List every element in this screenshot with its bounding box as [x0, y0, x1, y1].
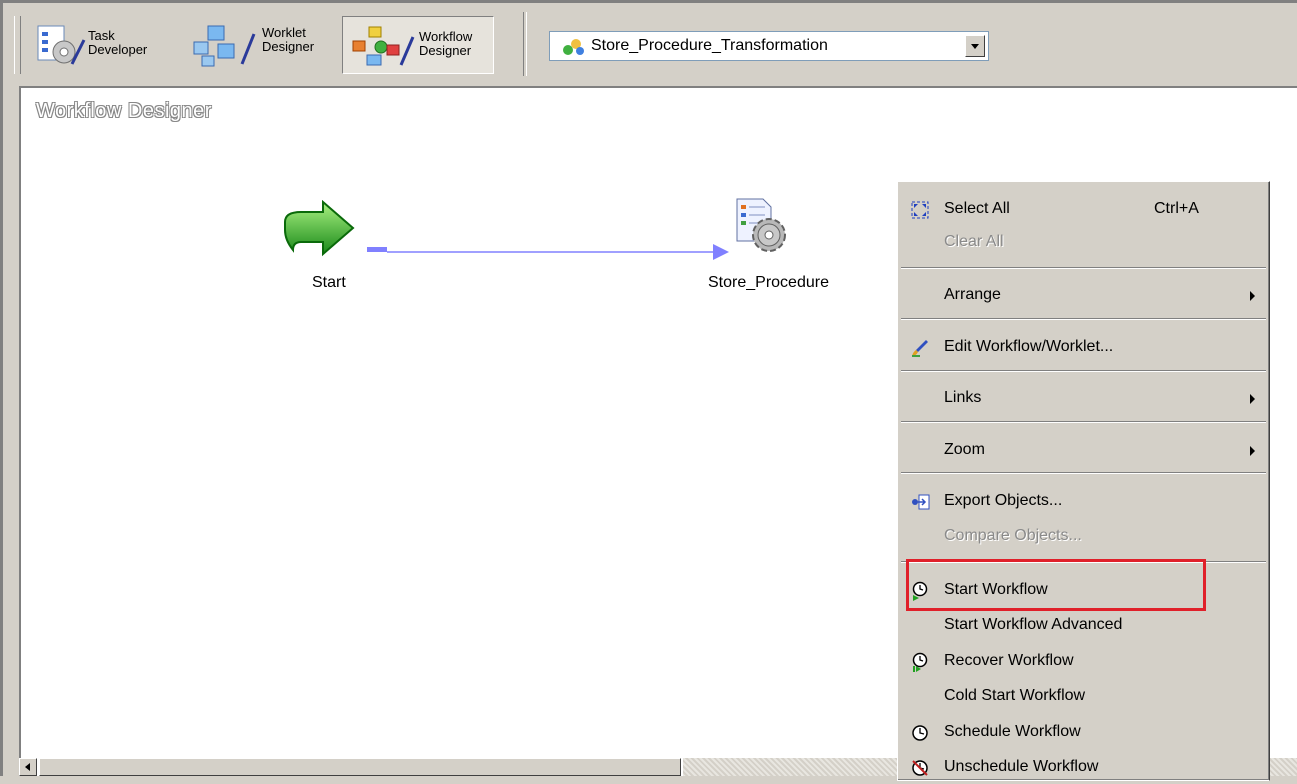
- window-left-border: [0, 0, 3, 776]
- chevron-left-icon: [25, 763, 30, 771]
- worklet-designer-icon: [193, 25, 256, 67]
- chevron-down-icon: [971, 44, 979, 49]
- store-procedure-node-label: Store_Procedure: [708, 274, 829, 291]
- highlight-box: [906, 559, 1206, 611]
- submenu-arrow-icon: [1250, 394, 1255, 404]
- workflow-select-value: Store_Procedure_Transformation: [591, 37, 828, 54]
- clock-recover-icon: [912, 652, 928, 672]
- menu-item-recover-workflow[interactable]: Recover Workflow: [898, 646, 1269, 678]
- menu-separator: [901, 472, 1266, 474]
- context-menu: Select All Ctrl+A Clear All Arrange Edit…: [897, 181, 1270, 781]
- menu-item-label: Start Workflow Advanced: [944, 616, 1123, 633]
- stored-procedure-gear-icon[interactable]: [729, 195, 793, 259]
- task-developer-label: Task Developer: [88, 28, 148, 57]
- menu-item-schedule-workflow[interactable]: Schedule Workflow: [898, 717, 1269, 749]
- clock-schedule-icon: [912, 725, 928, 741]
- workflow-icon: [563, 39, 584, 55]
- toolbar-separator: [523, 12, 527, 76]
- menu-separator: [901, 318, 1266, 320]
- menu-item-clear-all[interactable]: Clear All: [898, 227, 1269, 259]
- menu-item-label: Cold Start Workflow: [944, 687, 1086, 704]
- menu-item-label: Compare Objects...: [944, 527, 1082, 544]
- menu-separator: [901, 421, 1266, 423]
- menu-item-label: Export Objects...: [944, 492, 1063, 509]
- submenu-arrow-icon: [1250, 446, 1255, 456]
- menu-item-select-all[interactable]: Select All Ctrl+A: [898, 194, 1269, 226]
- workflow-designer-button[interactable]: Workflow Designer: [342, 16, 494, 74]
- menu-separator: [901, 267, 1266, 269]
- menu-item-links[interactable]: Links: [898, 383, 1269, 415]
- menu-item-label: Clear All: [944, 233, 1004, 250]
- menu-item-export-objects[interactable]: Export Objects...: [898, 486, 1269, 518]
- start-node-label: Start: [312, 274, 346, 291]
- select-all-icon: [911, 201, 929, 219]
- menu-item-cold-start-workflow[interactable]: Cold Start Workflow: [898, 681, 1269, 713]
- workflow-designer-icon: [352, 26, 415, 66]
- menu-item-label: Edit Workflow/Worklet...: [944, 338, 1114, 355]
- workflow-select[interactable]: Store_Procedure_Transformation: [549, 31, 989, 61]
- menu-item-label: Links: [944, 389, 982, 406]
- worklet-designer-label: Worklet Designer: [262, 25, 315, 54]
- menu-item-label: Recover Workflow: [944, 652, 1074, 669]
- menu-item-shortcut: Ctrl+A: [1154, 200, 1199, 217]
- menu-item-edit-workflow[interactable]: Edit Workflow/Worklet...: [898, 332, 1269, 364]
- task-developer-button[interactable]: Task Developer: [30, 16, 180, 74]
- menu-item-label: Zoom: [944, 441, 985, 458]
- workflow-select-dropdown-button[interactable]: [965, 35, 985, 57]
- menu-item-unschedule-workflow[interactable]: Unschedule Workflow: [898, 752, 1269, 784]
- menu-item-label: Arrange: [944, 286, 1001, 303]
- edit-brush-icon: [912, 340, 928, 357]
- menu-item-label: Unschedule Workflow: [944, 758, 1099, 775]
- export-icon: [912, 494, 930, 510]
- worklet-designer-button[interactable]: Worklet Designer: [186, 16, 336, 74]
- menu-separator: [901, 370, 1266, 372]
- menu-item-label: Schedule Workflow: [944, 723, 1081, 740]
- submenu-arrow-icon: [1250, 291, 1255, 301]
- workflow-link[interactable]: [359, 240, 729, 260]
- clock-unschedule-icon: [912, 760, 928, 776]
- canvas-title: Workflow Designer: [36, 100, 212, 122]
- green-arrow-icon[interactable]: [279, 200, 359, 258]
- window-top-border: [0, 0, 1297, 3]
- menu-item-start-workflow-advanced[interactable]: Start Workflow Advanced: [898, 610, 1269, 642]
- menu-item-zoom[interactable]: Zoom: [898, 435, 1269, 467]
- toolbar-grip[interactable]: [14, 16, 21, 74]
- workflow-designer-label: Workflow Designer: [419, 29, 473, 58]
- task-developer-icon: [37, 25, 86, 65]
- menu-item-label: Select All: [944, 200, 1010, 217]
- menu-item-arrange[interactable]: Arrange: [898, 280, 1269, 312]
- scroll-thumb[interactable]: [39, 758, 681, 776]
- menu-item-compare-objects[interactable]: Compare Objects...: [898, 521, 1269, 553]
- scroll-left-button[interactable]: [19, 758, 37, 776]
